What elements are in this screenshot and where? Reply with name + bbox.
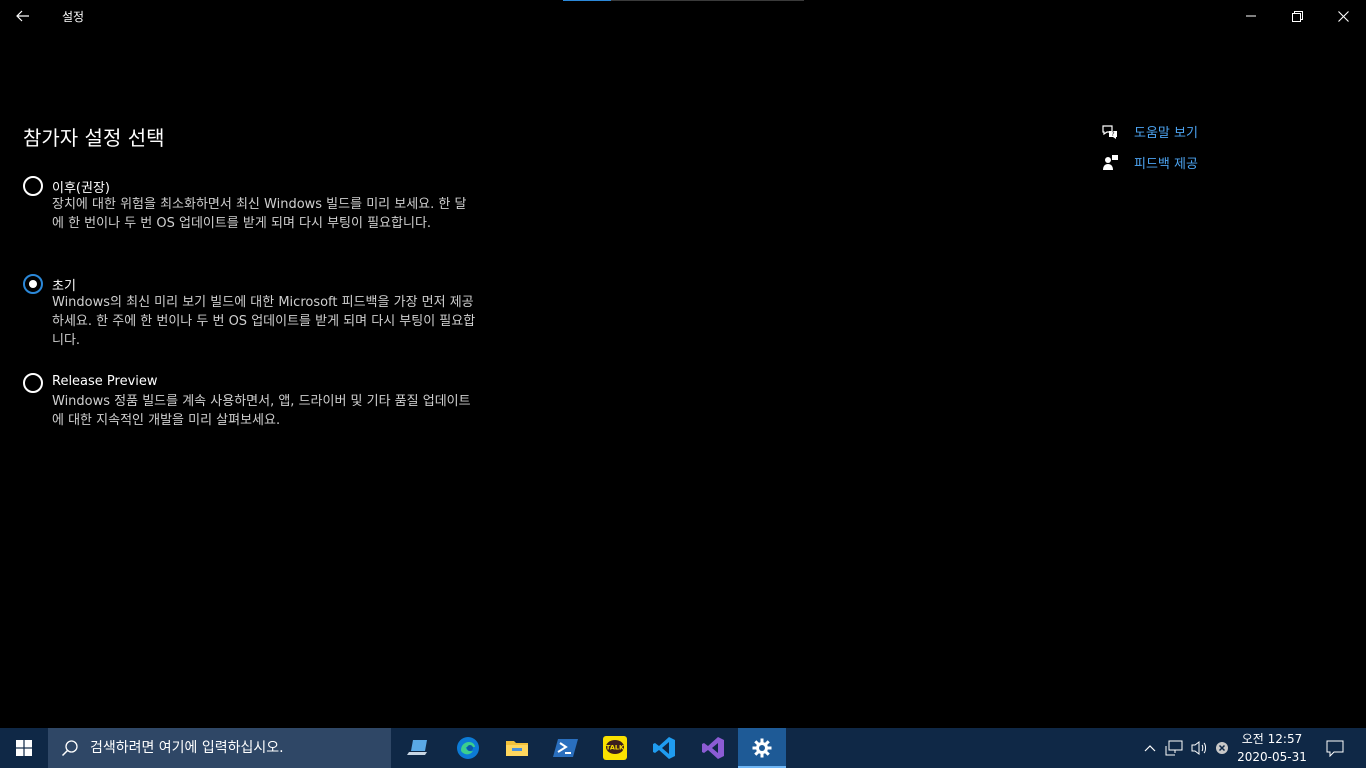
- taskbar-search[interactable]: [48, 728, 391, 768]
- folder-icon: [506, 741, 528, 756]
- visual-studio-icon: [702, 737, 724, 759]
- close-button[interactable]: [1320, 0, 1366, 32]
- help-chat-icon: ?: [1100, 122, 1120, 142]
- taskbar-app-edge[interactable]: [444, 728, 492, 768]
- help-link-label[interactable]: 도움말 보기: [1134, 122, 1198, 141]
- taskbar-app-computer[interactable]: [395, 728, 443, 768]
- related-links: ? 도움말 보기 피드백 제공: [1100, 116, 1198, 178]
- option-release-preview-description: Windows 정품 빌드를 계속 사용하면서, 앱, 드라이버 및 기타 품질…: [52, 394, 471, 428]
- svg-text:?: ?: [1111, 131, 1114, 138]
- feedback-link[interactable]: 피드백 제공: [1100, 147, 1198, 178]
- powershell-icon: [553, 739, 578, 757]
- option-later-description: 장치에 대한 위험을 최소화하면서 최신 Windows 빌드를 미리 보세요.…: [52, 197, 467, 231]
- taskbar-app-vscode[interactable]: [640, 728, 688, 768]
- option-early-label[interactable]: 초기: [52, 275, 76, 294]
- status-button[interactable]: [1212, 728, 1232, 768]
- laptop-icon: [407, 740, 427, 755]
- taskbar-clock[interactable]: 오전 12:57 2020-05-31: [1234, 730, 1310, 766]
- feedback-person-icon: [1100, 153, 1120, 173]
- option-later[interactable]: 이후(권장) 장치에 대한 위험을 최소화하면서 최신 Windows 빌드를 …: [23, 176, 483, 256]
- option-release-preview[interactable]: Release Preview Windows 정품 빌드를 계속 사용하면서,…: [23, 373, 483, 433]
- restore-button[interactable]: [1274, 0, 1320, 32]
- option-release-preview-label[interactable]: Release Preview: [52, 374, 158, 389]
- svg-text:TALK: TALK: [606, 744, 625, 752]
- page-title: 참가자 설정 선택: [23, 126, 165, 150]
- clock-date: 2020-05-31: [1237, 750, 1307, 764]
- network-button[interactable]: [1163, 728, 1185, 768]
- back-button[interactable]: [0, 0, 46, 32]
- radio-later[interactable]: [23, 176, 43, 196]
- network-icon: [1165, 740, 1183, 756]
- radio-early[interactable]: [23, 274, 43, 294]
- help-link[interactable]: ? 도움말 보기: [1100, 116, 1198, 147]
- taskbar-app-visual-studio[interactable]: [689, 728, 737, 768]
- show-hidden-icons-button[interactable]: [1140, 728, 1160, 768]
- start-button[interactable]: [0, 728, 48, 768]
- search-input[interactable]: [87, 739, 391, 757]
- feedback-link-label[interactable]: 피드백 제공: [1134, 153, 1198, 172]
- window-title: 설정: [62, 10, 85, 24]
- volume-button[interactable]: [1188, 728, 1210, 768]
- option-later-label[interactable]: 이후(권장): [52, 177, 110, 196]
- edge-icon: [457, 737, 479, 759]
- close-icon: [1337, 10, 1349, 22]
- taskbar-app-powershell[interactable]: [542, 728, 590, 768]
- back-arrow-icon: [16, 10, 29, 22]
- title-bar: 설정: [0, 0, 1366, 32]
- taskbar-app-file-explorer[interactable]: [493, 728, 541, 768]
- restore-icon: [1291, 10, 1303, 22]
- option-early-description: Windows의 최신 미리 보기 빌드에 대한 Microsoft 피드백을 …: [52, 295, 476, 348]
- clock-time: 오전 12:57: [1241, 732, 1303, 746]
- minimize-icon: [1246, 15, 1256, 17]
- speaker-icon: [1191, 741, 1206, 755]
- status-close-circle-icon: [1216, 742, 1228, 754]
- option-early[interactable]: 초기 Windows의 최신 미리 보기 빌드에 대한 Microsoft 피드…: [23, 274, 483, 354]
- kakaotalk-icon: TALK: [603, 736, 627, 760]
- notification-icon: [1326, 740, 1344, 757]
- taskbar: TALK: [0, 728, 1366, 768]
- taskbar-app-kakaotalk[interactable]: TALK: [591, 728, 639, 768]
- loading-progress-fill: [563, 0, 612, 1]
- vscode-icon: [653, 737, 675, 759]
- gear-icon: [752, 738, 772, 758]
- minimize-button[interactable]: [1228, 0, 1274, 32]
- action-center-button[interactable]: [1318, 728, 1352, 768]
- search-icon: [60, 738, 80, 758]
- loading-progress-bar: [563, 0, 804, 1]
- radio-release-preview[interactable]: [23, 373, 43, 393]
- taskbar-app-settings[interactable]: [738, 728, 786, 768]
- windows-logo-icon: [16, 740, 32, 756]
- chevron-up-icon: [1144, 745, 1156, 752]
